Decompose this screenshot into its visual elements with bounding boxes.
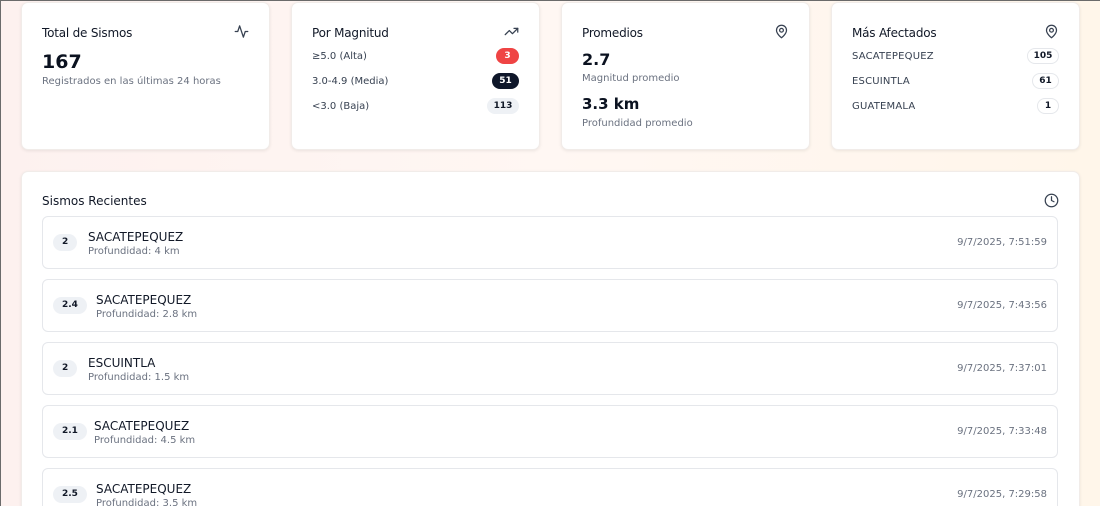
affected-card: Más Afectados SACATEPEQUEZ 105 ESCUINTLA… xyxy=(831,2,1080,150)
quake-list-item[interactable]: 2 SACATEPEQUEZ Profundidad: 4 km 9/7/202… xyxy=(42,216,1058,269)
averages-card: Promedios 2.7 Magnitud promedio 3.3 km P… xyxy=(561,2,810,150)
magnitude-card-title: Por Magnitud xyxy=(312,26,389,40)
magnitude-badge: 2 xyxy=(53,234,78,251)
quake-list-item[interactable]: 2.1 SACATEPEQUEZ Profundidad: 4.5 km 9/7… xyxy=(42,405,1058,458)
quake-depth: Profundidad: 4 km xyxy=(88,246,180,257)
affected-card-title: Más Afectados xyxy=(852,26,937,40)
average-depth-caption: Profundidad promedio xyxy=(582,118,693,129)
magnitude-count-badge: 113 xyxy=(487,98,519,114)
magnitude-badge: 2.5 xyxy=(53,486,87,503)
average-depth-value: 3.3 km xyxy=(582,95,640,113)
quake-depth: Profundidad: 1.5 km xyxy=(88,372,190,383)
magnitude-badge: 2.4 xyxy=(53,297,87,314)
clock-icon xyxy=(1044,193,1059,208)
affected-count-badge: 61 xyxy=(1032,73,1059,89)
quake-depth: Profundidad: 2.8 km xyxy=(96,309,198,320)
quake-timestamp: 9/7/2025, 7:33:48 xyxy=(957,426,1047,437)
quake-depth: Profundidad: 4.5 km xyxy=(94,435,196,446)
magnitude-card: Por Magnitud ≥5.0 (Alta) 3 3.0-4.9 (Medi… xyxy=(291,2,540,150)
magnitude-row-label: ≥5.0 (Alta) xyxy=(312,51,367,62)
magnitude-count-badge: 3 xyxy=(496,48,519,64)
total-card-title: Total de Sismos xyxy=(42,26,133,40)
trending-up-icon xyxy=(504,24,519,39)
activity-icon xyxy=(234,24,249,39)
quake-location: SACATEPEQUEZ xyxy=(88,230,184,244)
averages-card-title: Promedios xyxy=(582,26,643,40)
map-pin-icon xyxy=(1044,24,1059,39)
quake-location: ESCUINTLA xyxy=(88,356,156,370)
quake-location: SACATEPEQUEZ xyxy=(96,482,192,496)
quake-list-item[interactable]: 2.4 SACATEPEQUEZ Profundidad: 2.8 km 9/7… xyxy=(42,279,1058,332)
quake-timestamp: 9/7/2025, 7:29:58 xyxy=(957,489,1047,500)
magnitude-badge: 2.1 xyxy=(53,423,87,440)
average-magnitude-caption: Magnitud promedio xyxy=(582,73,680,84)
recent-quakes-title: Sismos Recientes xyxy=(42,194,147,208)
affected-department-name: GUATEMALA xyxy=(852,101,916,112)
quake-depth: Profundidad: 3.5 km xyxy=(96,498,198,506)
average-magnitude-value: 2.7 xyxy=(582,50,611,69)
recent-quakes-panel: Sismos Recientes 2 SACATEPEQUEZ Profundi… xyxy=(21,171,1080,506)
quake-timestamp: 9/7/2025, 7:51:59 xyxy=(957,237,1047,248)
total-count: 167 xyxy=(42,51,82,73)
map-pin-icon xyxy=(774,24,789,39)
magnitude-badge: 2 xyxy=(53,360,78,377)
affected-department-name: ESCUINTLA xyxy=(852,76,910,87)
total-card: Total de Sismos 167 Registrados en las ú… xyxy=(21,2,270,150)
magnitude-row-label: 3.0-4.9 (Media) xyxy=(312,76,389,87)
quake-list-item[interactable]: 2.5 SACATEPEQUEZ Profundidad: 3.5 km 9/7… xyxy=(42,468,1058,506)
total-caption: Registrados en las últimas 24 horas xyxy=(42,76,221,87)
affected-count-badge: 1 xyxy=(1037,98,1059,114)
affected-count-badge: 105 xyxy=(1027,48,1059,64)
quake-location: SACATEPEQUEZ xyxy=(94,419,190,433)
quake-location: SACATEPEQUEZ xyxy=(96,293,192,307)
quake-list-item[interactable]: 2 ESCUINTLA Profundidad: 1.5 km 9/7/2025… xyxy=(42,342,1058,395)
quake-timestamp: 9/7/2025, 7:37:01 xyxy=(957,363,1047,374)
affected-department-name: SACATEPEQUEZ xyxy=(852,51,934,62)
magnitude-row-label: <3.0 (Baja) xyxy=(312,101,370,112)
quake-timestamp: 9/7/2025, 7:43:56 xyxy=(957,300,1047,311)
magnitude-count-badge: 51 xyxy=(492,73,519,89)
